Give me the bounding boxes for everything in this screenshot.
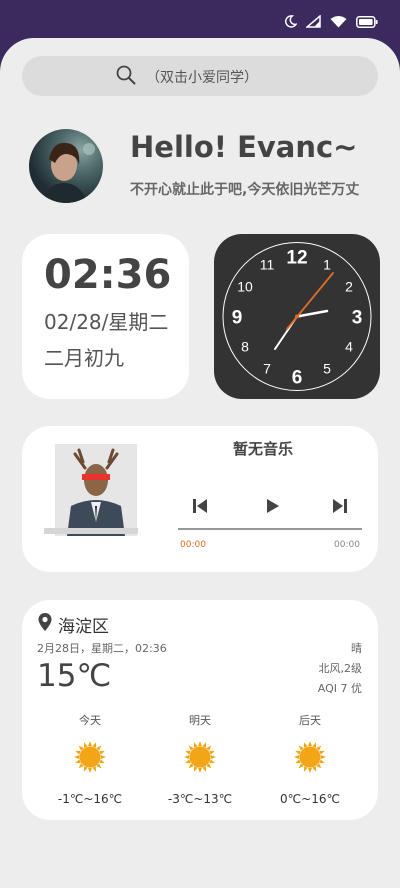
greeting-subtitle: 不开心就止此于吧,今天依旧光芒万丈 — [130, 182, 360, 198]
forecast-day-label: 后天 — [299, 714, 321, 727]
clock-numeral: 11 — [260, 257, 275, 273]
sun-icon — [74, 741, 106, 773]
analog-clock-widget[interactable]: 12 1 2 3 4 5 6 7 8 9 10 11 — [214, 234, 380, 399]
clock-numeral: 5 — [323, 361, 331, 377]
clock-numeral: 6 — [292, 368, 303, 389]
time-widget[interactable]: 02:36 02/28/星期二 二月初九 — [22, 234, 189, 399]
search-icon — [116, 65, 136, 85]
second-hand — [286, 272, 334, 330]
greeting-title: Hello! Evanc~ — [130, 130, 358, 164]
clock-numeral: 8 — [241, 339, 249, 355]
search-bar[interactable]: （双击小爱同学） — [22, 56, 378, 96]
avatar-portrait-image — [43, 142, 95, 203]
forecast-range: -3℃~13℃ — [167, 792, 233, 806]
forecast-day: 明天 -3℃~13℃ — [150, 712, 250, 806]
music-progress-bar[interactable] — [178, 528, 362, 530]
clock-numeral: 12 — [286, 248, 307, 269]
clock-numeral: 3 — [352, 308, 363, 329]
date-text: 02/28/星期二 — [44, 310, 169, 334]
sun-icon — [184, 741, 216, 773]
clock-numeral: 9 — [232, 308, 243, 329]
clock-numeral: 10 — [237, 279, 253, 295]
sun-icon — [294, 741, 326, 773]
weather-datetime: 2月28日，星期二，02:36 — [37, 642, 167, 655]
current-temperature: 15℃ — [37, 658, 112, 694]
previous-track-icon[interactable] — [190, 496, 210, 516]
battery-icon — [356, 15, 378, 28]
total-time: 00:00 — [334, 540, 360, 550]
weather-location: 海淀区 — [58, 617, 109, 637]
cellular-signal-icon — [306, 15, 321, 28]
cover-caption-bar — [44, 528, 138, 534]
forecast-day: 今天 -1℃~16℃ — [40, 712, 140, 806]
moon-icon — [285, 15, 297, 28]
clock-numeral: 1 — [323, 257, 331, 273]
digital-time: 02:36 — [44, 252, 172, 298]
forecast-range: -1℃~16℃ — [57, 792, 123, 806]
elapsed-time: 00:00 — [180, 540, 206, 550]
home-sheet: （双击小爱同学） Hello! Evanc~ 不开心就止此于吧,今天依旧光芒万丈… — [0, 38, 400, 888]
music-widget[interactable]: 暂无音乐 00:00 00:00 — [22, 426, 378, 572]
play-icon[interactable] — [262, 496, 282, 516]
avatar[interactable] — [29, 129, 103, 203]
analog-clock-face: 12 12 3 45 6 78 9 10 11 — [222, 242, 372, 391]
clock-numeral: 4 — [345, 339, 353, 355]
clock-numeral: 2 — [345, 279, 353, 295]
album-cover[interactable] — [55, 444, 137, 536]
forecast-range: 0℃~16℃ — [280, 792, 340, 806]
forecast-day-label: 明天 — [189, 714, 211, 727]
clock-numeral: 7 — [263, 361, 271, 377]
aqi-info: AQI 7 优 — [317, 682, 362, 695]
lunar-date: 二月初九 — [44, 346, 124, 370]
forecast-day-label: 今天 — [79, 714, 101, 727]
forecast-day: 后天 0℃~16℃ — [260, 712, 360, 806]
next-track-icon[interactable] — [330, 496, 350, 516]
wifi-icon — [330, 16, 347, 28]
music-title: 暂无音乐 — [232, 440, 293, 458]
wind-info: 北风,2级 — [318, 662, 363, 675]
weather-condition: 晴 — [351, 642, 362, 655]
album-cover-image — [55, 444, 137, 536]
weather-widget[interactable]: 海淀区 2月28日，星期二，02:36 15℃ 晴 北风,2级 AQI 7 优 … — [22, 600, 378, 820]
status-bar — [0, 0, 400, 38]
search-placeholder: （双击小爱同学） — [146, 70, 258, 86]
location-pin-icon — [38, 613, 52, 631]
